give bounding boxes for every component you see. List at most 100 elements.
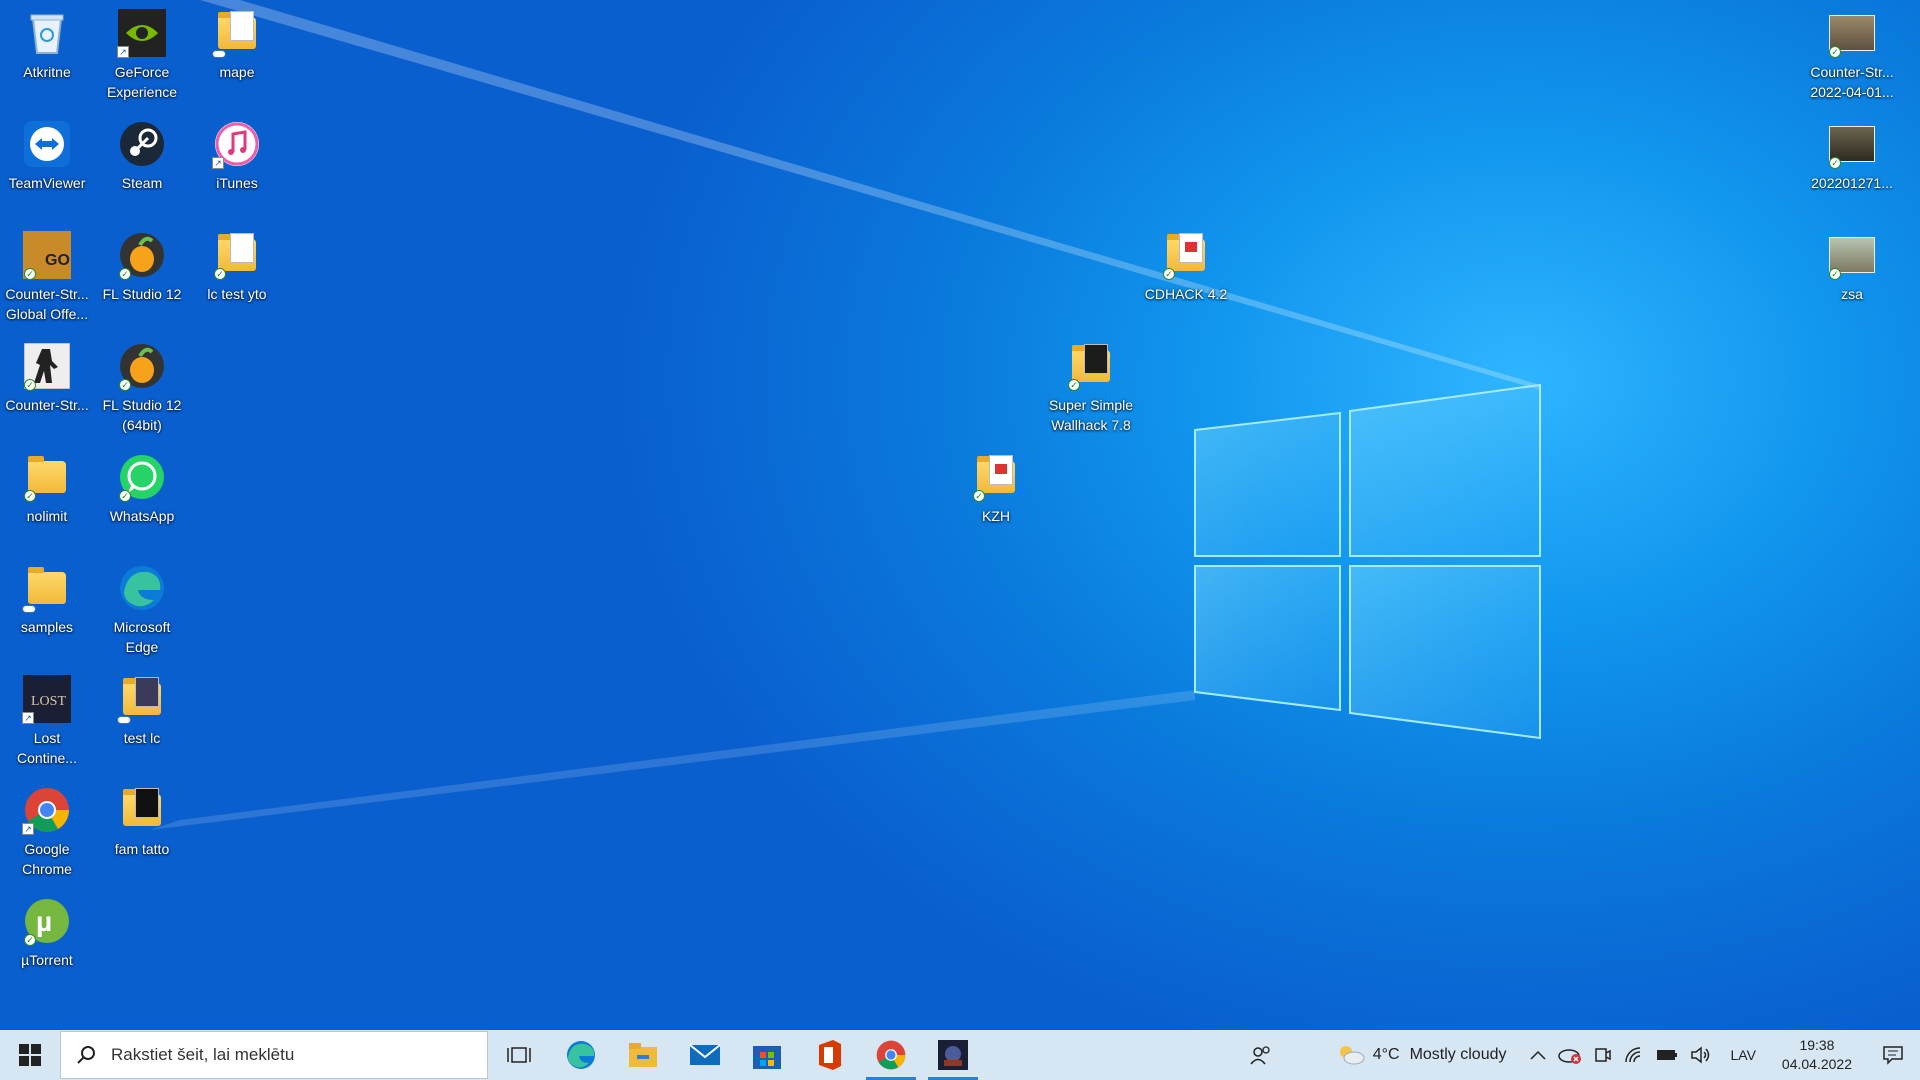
svg-text:LOST: LOST <box>31 694 66 709</box>
desktop-icon-microsoft-edge[interactable]: Microsoft Edge <box>94 557 190 657</box>
desktop-icon-samples[interactable]: samples <box>0 557 95 637</box>
taskbar-chrome[interactable] <box>860 1030 922 1080</box>
desktop-icon-teamviewer[interactable]: TeamViewer <box>0 113 95 193</box>
icon-label: KZH <box>982 508 1010 524</box>
folder-icon: ✓ <box>1066 341 1116 391</box>
desktop-icon-fl-studio-12-64bit[interactable]: ✓ FL Studio 12 (64bit) <box>94 335 190 435</box>
folder-icon: ✓ <box>22 452 72 502</box>
icon-label: Counter-Str... Global Offe... <box>5 286 89 322</box>
cloud-icon <box>22 605 36 613</box>
taskbar-office[interactable] <box>798 1030 860 1080</box>
folder-icon: ✓ <box>1161 230 1211 280</box>
mail-icon <box>689 1044 721 1065</box>
desktop-icon-geforce-experience[interactable]: ↗ GeForce Experience <box>94 2 190 102</box>
volume-button[interactable] <box>1684 1030 1718 1080</box>
notifications-icon <box>1883 1046 1903 1065</box>
desktop-icon-super-simple-wallhack[interactable]: ✓ Super Simple Wallhack 7.8 <box>1043 335 1139 435</box>
sync-check-icon: ✓ <box>24 379 36 391</box>
meet-now-icon <box>1595 1048 1612 1062</box>
desktop-icon-recycle-bin[interactable]: Atkritne <box>0 2 95 82</box>
speaker-icon <box>1691 1046 1710 1064</box>
folder-icon: ✓ <box>212 230 262 280</box>
taskbar-mail[interactable] <box>674 1030 736 1080</box>
desktop-icon-fam-tatto[interactable]: fam tatto <box>94 779 190 859</box>
icon-label: Counter-Str... 2022-04-01... <box>1810 64 1894 100</box>
taskbar-edge[interactable] <box>550 1030 612 1080</box>
task-view-button[interactable] <box>488 1030 550 1080</box>
icon-label: mape <box>219 64 255 80</box>
desktop-icon-lost-continent[interactable]: LOST ↗ Lost Contine... <box>0 668 95 768</box>
icon-label: Microsoft Edge <box>113 619 171 655</box>
sync-check-icon: ✓ <box>24 490 36 502</box>
taskbar-file-explorer[interactable] <box>612 1030 674 1080</box>
onedrive-status[interactable] <box>1552 1030 1588 1080</box>
svg-text:GO: GO <box>45 252 70 269</box>
desktop-icon-test-lc[interactable]: test lc <box>94 668 190 748</box>
input-language-button[interactable]: LAV <box>1718 1030 1767 1080</box>
game-icon <box>938 1040 968 1070</box>
people-icon <box>1250 1046 1270 1065</box>
action-center-button[interactable] <box>1866 1030 1920 1080</box>
icon-label: iTunes <box>216 175 258 191</box>
desktop-icon-zsa[interactable]: ✓ zsa <box>1804 224 1900 304</box>
icon-label: µTorrent <box>21 952 73 968</box>
icon-label: test lc <box>123 730 161 746</box>
taskbar-microsoft-store[interactable] <box>736 1030 798 1080</box>
chrome-icon: ↗ <box>22 785 72 835</box>
desktop-icon-csgo[interactable]: GO ✓ Counter-Str... Global Offe... <box>0 224 95 324</box>
desktop-icon-nolimit[interactable]: ✓ nolimit <box>0 446 95 526</box>
desktop-icon-counter-strike[interactable]: ✓ Counter-Str... <box>0 335 95 415</box>
clock-date: 04.04.2022 <box>1781 1056 1852 1072</box>
desktop-icon-lc-test-yto[interactable]: ✓ lc test yto <box>189 224 285 304</box>
sync-check-icon: ✓ <box>119 379 131 391</box>
desktop-icon-mape[interactable]: mape <box>189 2 285 82</box>
desktop-icon-itunes[interactable]: ↗ iTunes <box>189 113 285 193</box>
clock-button[interactable]: 19:38 04.04.2022 <box>1768 1036 1866 1074</box>
edge-icon <box>117 563 167 613</box>
sync-check-icon: ✓ <box>119 268 131 280</box>
fl-studio-icon: ✓ <box>117 230 167 280</box>
windows-logo-icon <box>19 1044 41 1066</box>
folder-icon <box>117 785 167 835</box>
weather-condition: Mostly cloudy <box>1409 1046 1507 1063</box>
chevron-up-icon <box>1530 1050 1547 1060</box>
desktop-icon-counter-strike-screenshot[interactable]: ✓ Counter-Str... 2022-04-01... <box>1804 2 1900 102</box>
itunes-icon: ↗ <box>212 119 262 169</box>
desktop-icon-kzh[interactable]: ✓ KZH <box>948 446 1044 526</box>
desktop-icon-cdhack[interactable]: ✓ CDHACK 4.2 <box>1138 224 1234 304</box>
sync-check-icon: ✓ <box>1068 379 1080 391</box>
desktop-icon-utorrent[interactable]: µ ✓ µTorrent <box>0 890 95 970</box>
desktop[interactable]: Atkritne TeamViewer GO ✓ Counter-Str... … <box>0 0 1920 1030</box>
icon-label: FL Studio 12 <box>102 286 182 302</box>
meet-now-button[interactable] <box>1588 1030 1618 1080</box>
sync-check-icon: ✓ <box>214 268 226 280</box>
utorrent-icon: µ ✓ <box>22 896 72 946</box>
sync-check-icon: ✓ <box>1829 157 1841 169</box>
start-button[interactable] <box>0 1030 60 1080</box>
sync-check-icon: ✓ <box>1163 268 1175 280</box>
desktop-icon-whatsapp[interactable]: ✓ WhatsApp <box>94 446 190 526</box>
show-hidden-icons-button[interactable] <box>1512 1030 1552 1080</box>
network-button[interactable] <box>1618 1030 1650 1080</box>
search-icon <box>61 1045 111 1065</box>
recycle-bin-icon <box>22 8 72 58</box>
desktop-icon-google-chrome[interactable]: ↗ Google Chrome <box>0 779 95 879</box>
icon-label: TeamViewer <box>8 175 86 191</box>
taskbar-game[interactable] <box>922 1030 984 1080</box>
task-view-icon <box>507 1047 531 1063</box>
clock-time: 19:38 <box>1799 1037 1835 1053</box>
icon-label: Counter-Str... <box>5 397 89 413</box>
icon-label: Lost Contine... <box>17 730 77 766</box>
battery-button[interactable] <box>1650 1030 1684 1080</box>
system-tray: 4°C Mostly cloudy LAV 19:38 04.04.2022 <box>1243 1030 1920 1080</box>
people-button[interactable] <box>1243 1030 1331 1080</box>
search-box[interactable]: Rakstiet šeit, lai meklētu <box>60 1031 488 1079</box>
weather-widget[interactable]: 4°C Mostly cloudy <box>1331 1030 1513 1080</box>
desktop-icon-fl-studio-12[interactable]: ✓ FL Studio 12 <box>94 224 190 304</box>
cloud-icon <box>117 716 131 724</box>
desktop-icon-202201271[interactable]: ✓ 202201271... <box>1804 113 1900 193</box>
sync-check-icon: ✓ <box>1829 46 1841 58</box>
desktop-icon-steam[interactable]: Steam <box>94 113 190 193</box>
icon-label: WhatsApp <box>109 508 175 524</box>
sync-check-icon: ✓ <box>24 268 36 280</box>
